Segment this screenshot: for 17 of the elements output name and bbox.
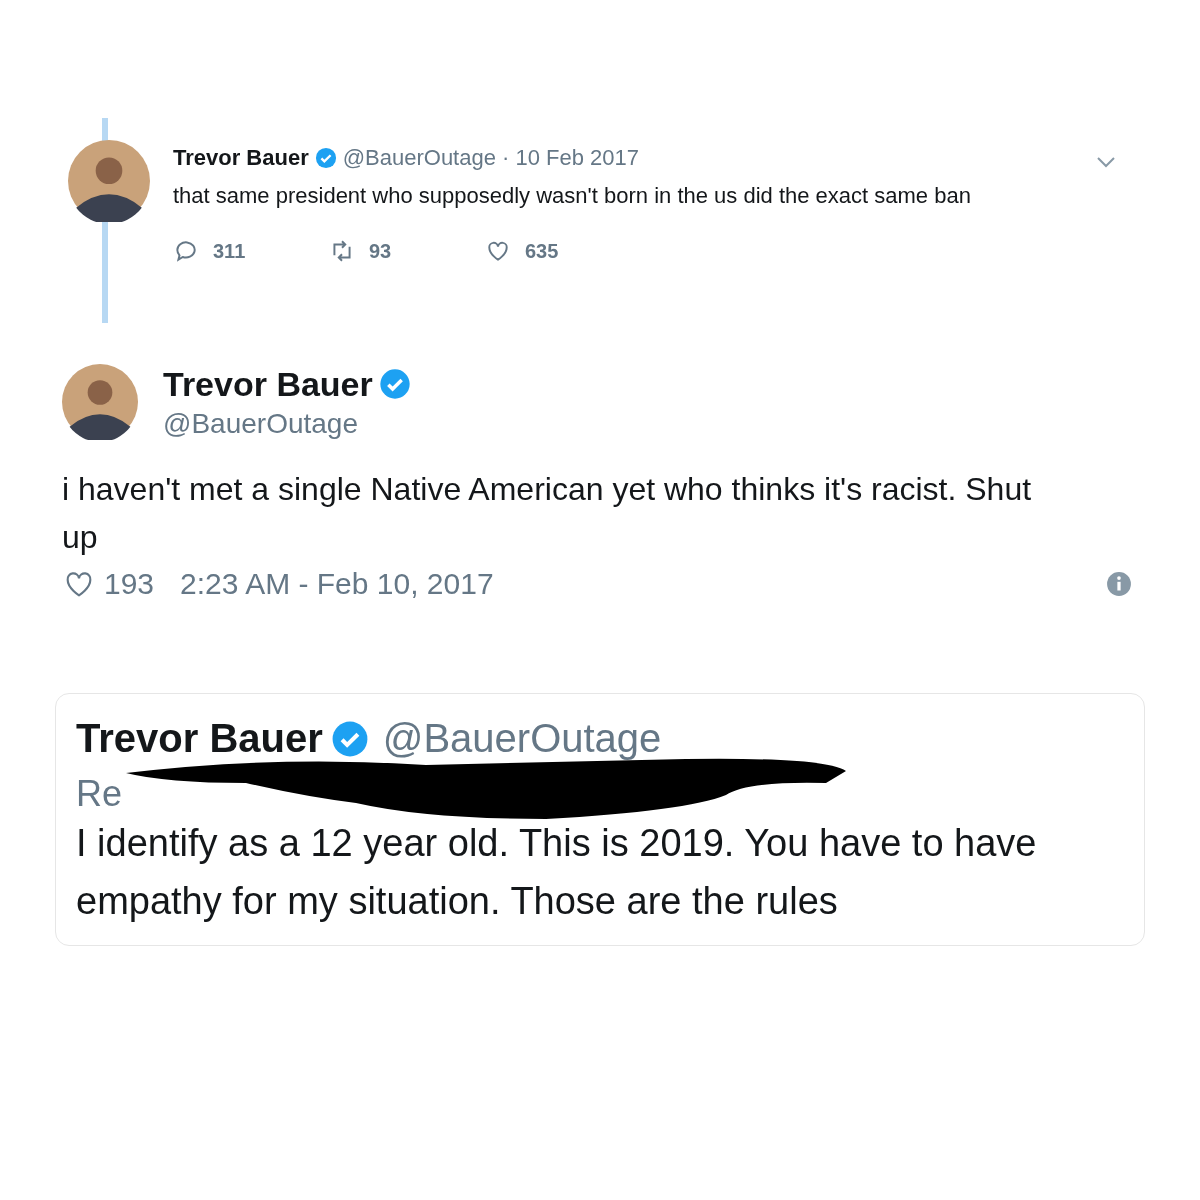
info-icon[interactable]: [1106, 571, 1132, 598]
action-count: 635: [525, 239, 559, 263]
action-count: 93: [369, 239, 392, 263]
author-handle[interactable]: @BauerOutage: [163, 407, 411, 440]
author-handle[interactable]: @BauerOutage: [342, 145, 496, 171]
action-count: 311: [213, 239, 246, 263]
author-handle[interactable]: @BauerOutage: [382, 716, 662, 762]
replying-to-text: Re: [76, 773, 123, 816]
author-name[interactable]: Trevor Bauer: [163, 364, 373, 404]
like-count: 193: [104, 567, 155, 602]
tweet-date[interactable]: · 10 Feb 2017: [501, 145, 639, 171]
tweet-timestamp[interactable]: 2:23 AM - Feb 10, 2017: [180, 567, 494, 602]
author-name[interactable]: Trevor Bauer: [173, 145, 309, 171]
tweet-text: I identify as a 12 year old. This is 2019. You have to have empathy for my situation. Those are the rules: [76, 821, 1038, 925]
tweet-text: that same president who supposedly wasn't born in the us did the exact same ban: [173, 182, 972, 210]
author-name[interactable]: Trevor Bauer: [76, 716, 323, 762]
tweet-text: i haven't met a single Native American yet who thinks it's racist. Shut up: [62, 470, 1033, 558]
